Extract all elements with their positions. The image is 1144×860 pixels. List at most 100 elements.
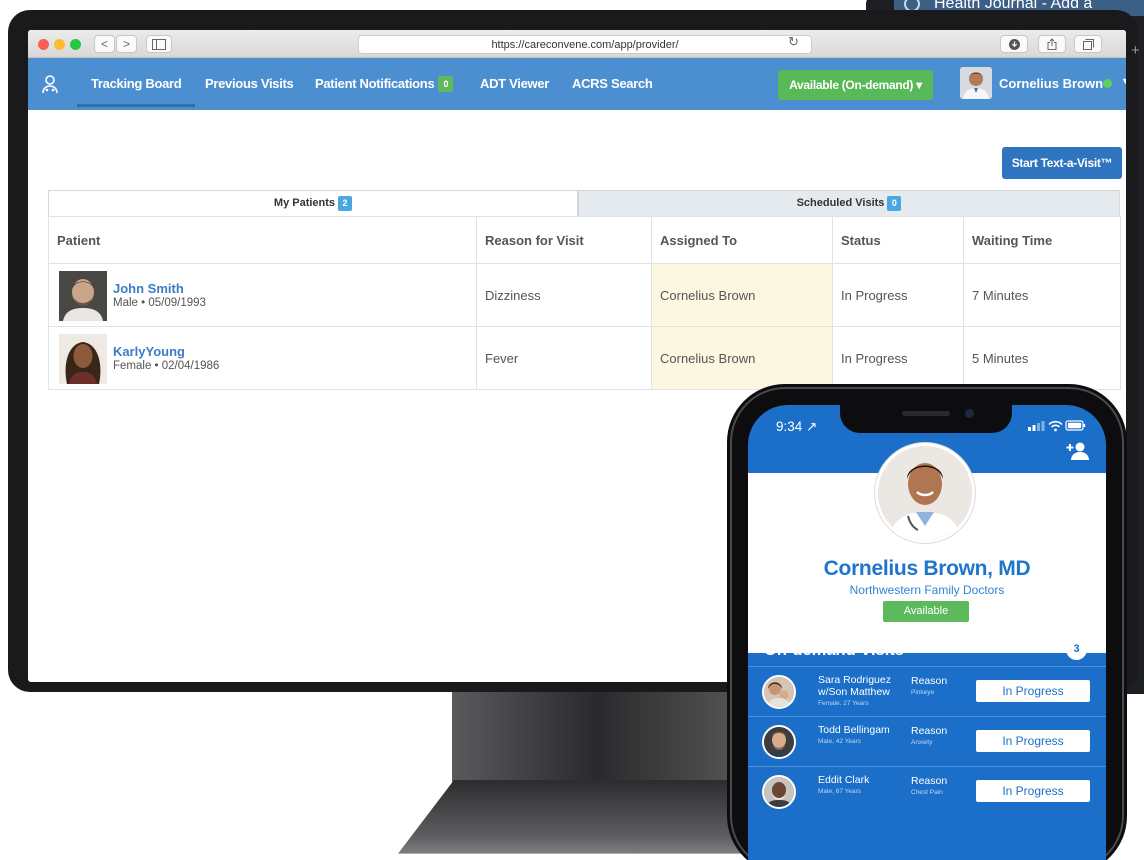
nav-patient-notifications-label: Patient Notifications xyxy=(315,76,435,91)
visit-patient-name: Sara Rodriguez w/Son Matthew Female, 27 Y… xyxy=(818,674,900,708)
start-text-a-visit-button[interactable]: Start Text-a-Visit™ xyxy=(1002,147,1122,179)
visit-reason-value: Chest Pain xyxy=(911,789,943,796)
patient-name-link[interactable]: KarlyYoung xyxy=(113,344,185,359)
nav-adt-viewer[interactable]: ADT Viewer xyxy=(480,76,549,91)
minimize-window-button[interactable] xyxy=(54,39,65,50)
assigned-to-cell: Cornelius Brown xyxy=(651,263,833,327)
column-header-assigned-to[interactable]: Assigned To xyxy=(651,216,833,264)
phone-notch xyxy=(840,405,1012,433)
visit-avatar-portrait xyxy=(764,677,794,707)
sidebar-icon[interactable] xyxy=(146,35,172,53)
patient-photo-portrait xyxy=(59,334,107,384)
column-header-waiting-time[interactable]: Waiting Time xyxy=(963,216,1121,264)
visit-reason: Reason Pinkeye xyxy=(911,675,947,696)
list-item[interactable]: Eddit Clark Male, 67 Years Reason Chest Pa… xyxy=(748,766,1106,815)
tab-scheduled-visits-label: Scheduled Visits xyxy=(796,197,885,209)
nav-previous-visits[interactable]: Previous Visits xyxy=(205,76,294,91)
doctor-name: Cornelius Brown, MD xyxy=(823,557,1031,580)
phone-clock: 9:34 ↗ xyxy=(776,419,818,434)
patient-photo-portrait xyxy=(59,271,107,321)
visit-status-button[interactable]: In Progress xyxy=(976,680,1090,702)
patient-name-link[interactable]: John Smith xyxy=(113,281,184,296)
visit-patient-name: Eddit Clark Male, 67 Years xyxy=(818,774,900,796)
my-patients-count-badge: 2 xyxy=(338,196,353,211)
availability-dropdown[interactable]: Available (On-demand) ▾ xyxy=(778,70,933,100)
column-header-status[interactable]: Status xyxy=(832,216,964,264)
visit-reason-value: Anxiety xyxy=(911,739,933,746)
nav-acrs-search[interactable]: ACRS Search xyxy=(572,76,653,91)
signal-wifi-battery-icon xyxy=(1028,420,1086,432)
tab-my-patients-label: My Patients xyxy=(273,197,336,209)
on-demand-visits-header: On-demand Visits 3 xyxy=(748,634,1106,666)
browser-toolbar: < > https://careconvene.com/app/provider… xyxy=(28,30,1126,58)
patient-demographics: Female • 02/04/1986 xyxy=(113,360,220,372)
download-icon-glyph xyxy=(1008,39,1020,50)
list-item[interactable]: Todd Bellingam Male, 42 Years Reason Anxie… xyxy=(748,716,1106,765)
nav-patient-notifications[interactable]: Patient Notifications 0 xyxy=(315,76,454,92)
table-row[interactable]: John Smith Male • 05/09/1993 Dizziness C… xyxy=(48,263,1121,327)
stage: Health Journal - Add a < > https://carec… xyxy=(0,0,1144,860)
visit-avatar-portrait xyxy=(764,727,794,757)
user-name: Cornelius Brown xyxy=(999,76,1104,91)
forward-icon[interactable]: > xyxy=(116,35,137,53)
speaker-grille xyxy=(902,411,950,416)
visit-reason-label: Reason xyxy=(911,725,948,737)
patients-table: Patient Reason for Visit Assigned To Sta… xyxy=(48,216,1121,390)
stethoscope-user-icon[interactable] xyxy=(40,74,60,94)
visit-status-button[interactable]: In Progress xyxy=(976,780,1090,802)
tabs-icon-glyph xyxy=(1082,39,1094,50)
assigned-to-cell: Cornelius Brown xyxy=(651,326,833,390)
back-icon[interactable]: < xyxy=(94,35,115,53)
tabs-icon[interactable] xyxy=(1074,35,1102,53)
app-navbar: Tracking Board Previous Visits Patient N… xyxy=(28,58,1126,110)
share-icon-glyph xyxy=(1047,38,1057,50)
doctor-avatar-portrait xyxy=(878,446,972,540)
column-header-patient[interactable]: Patient xyxy=(48,216,477,264)
visit-patient-name-text: Eddit Clark xyxy=(818,774,870,786)
tab-my-patients[interactable]: My Patients 2 xyxy=(48,190,578,217)
visit-patient-meta: Male, 67 Years xyxy=(818,788,862,795)
sidebar-icon-glyph xyxy=(152,39,166,50)
chevron-down-icon: ▼ xyxy=(1121,76,1126,86)
add-user-icon[interactable] xyxy=(1066,441,1090,461)
patient-cell: KarlyYoung Female • 02/04/1986 xyxy=(48,326,477,390)
waiting-time-cell: 5 Minutes xyxy=(963,326,1121,390)
doctor-status-badge[interactable]: Available xyxy=(883,601,969,622)
share-icon[interactable] xyxy=(1038,35,1066,53)
visit-reason-label: Reason xyxy=(911,675,948,687)
visit-patient-name-text: Sara Rodriguez w/Son Matthew xyxy=(818,674,891,698)
table-row[interactable]: KarlyYoung Female • 02/04/1986 Fever Cor… xyxy=(48,326,1121,390)
user-avatar-portrait xyxy=(960,67,992,99)
online-status-dot xyxy=(1103,79,1112,88)
table-header-row: Patient Reason for Visit Assigned To Sta… xyxy=(48,216,1121,264)
status-cell: In Progress xyxy=(832,326,964,390)
column-header-reason[interactable]: Reason for Visit xyxy=(476,216,652,264)
visit-reason: Reason Chest Pain xyxy=(911,775,947,796)
download-icon[interactable] xyxy=(1000,35,1028,53)
tab-scheduled-visits[interactable]: Scheduled Visits 0 xyxy=(578,190,1120,217)
visit-reason: Reason Anxiety xyxy=(911,725,947,746)
visit-patient-name: Todd Bellingam Male, 42 Years xyxy=(818,724,900,746)
zoom-window-button[interactable] xyxy=(70,39,81,50)
visit-avatar-portrait xyxy=(764,777,794,807)
nav-tracking-board[interactable]: Tracking Board xyxy=(76,76,196,107)
visit-status-button[interactable]: In Progress xyxy=(976,730,1090,752)
close-window-button[interactable] xyxy=(38,39,49,50)
visit-reason-value: Pinkeye xyxy=(911,689,935,696)
patient-info: John Smith Male • 05/09/1993 xyxy=(57,265,476,325)
list-item[interactable]: Sara Rodriguez w/Son Matthew Female, 27 Y… xyxy=(748,666,1106,715)
front-camera xyxy=(965,409,974,418)
visit-avatar xyxy=(762,775,796,809)
reason-cell: Dizziness xyxy=(476,263,652,327)
patient-photo xyxy=(59,334,107,384)
address-bar[interactable]: https://careconvene.com/app/provider/ xyxy=(358,35,812,54)
reload-icon[interactable]: ↻ xyxy=(788,34,799,50)
monitor-stand xyxy=(452,690,742,782)
doctor-avatar xyxy=(875,443,975,543)
status-cell: In Progress xyxy=(832,263,964,327)
patient-demographics: Male • 05/09/1993 xyxy=(113,297,206,309)
reason-cell: Fever xyxy=(476,326,652,390)
visit-reason-label: Reason xyxy=(911,775,948,787)
new-tab-plus-icon[interactable]: + xyxy=(1131,42,1140,59)
url-text: https://careconvene.com/app/provider/ xyxy=(491,39,679,51)
